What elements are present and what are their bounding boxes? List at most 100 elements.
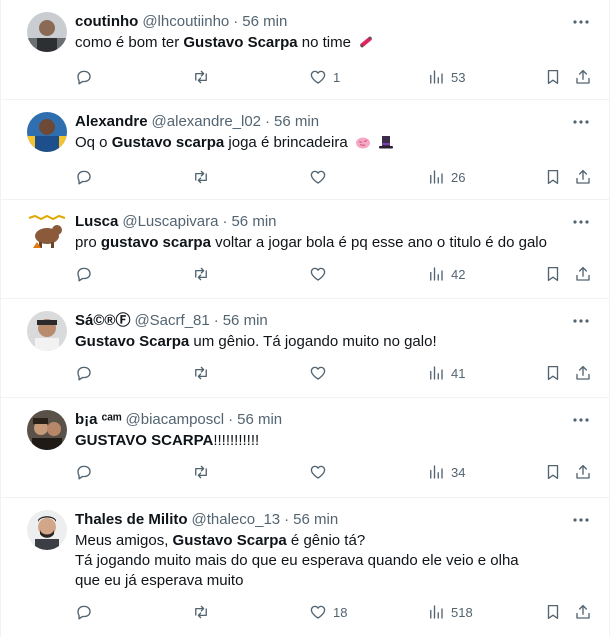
- more-icon[interactable]: [571, 112, 591, 132]
- retweet-button[interactable]: [192, 461, 210, 483]
- reply-icon: [77, 465, 91, 480]
- more-icon[interactable]: [571, 12, 591, 32]
- heart-icon: [310, 605, 326, 619]
- share-icon: [576, 604, 590, 619]
- tweet-text: Meus amigos, Gustavo Scarpa é gênio tá? …: [75, 531, 593, 591]
- reply-button[interactable]: [75, 461, 93, 483]
- tweet-text: como é bom ter Gustavo Scarpa no time: [75, 33, 593, 56]
- reply-button[interactable]: [75, 263, 93, 285]
- separator-dot: ·: [213, 312, 219, 329]
- share-button[interactable]: [574, 601, 592, 623]
- tweet-actions: 42: [75, 257, 593, 295]
- reply-button[interactable]: [75, 362, 93, 384]
- views-button[interactable]: 41: [427, 362, 465, 384]
- avatar[interactable]: [27, 410, 67, 450]
- avatar[interactable]: [27, 112, 67, 152]
- like-button[interactable]: [309, 166, 327, 188]
- like-button[interactable]: 1: [309, 66, 340, 88]
- views-button[interactable]: 34: [427, 461, 465, 483]
- retweet-icon: [195, 465, 207, 479]
- bookmark-button[interactable]: [544, 66, 562, 88]
- user-handle[interactable]: @lhcoutiinho: [142, 12, 229, 32]
- retweet-button[interactable]: [192, 362, 210, 384]
- share-button[interactable]: [574, 362, 592, 384]
- retweet-button[interactable]: [192, 66, 210, 88]
- heart-icon: [310, 267, 326, 281]
- bookmark-button[interactable]: [544, 362, 562, 384]
- more-icon[interactable]: [571, 212, 591, 232]
- views-button[interactable]: 42: [427, 263, 465, 285]
- tweet-actions: 26: [75, 160, 593, 198]
- bookmark-button[interactable]: [544, 601, 562, 623]
- skateboard-icon: [358, 34, 374, 56]
- user-handle[interactable]: @biacamposcl: [126, 410, 225, 430]
- user-handle[interactable]: @Luscapivara: [122, 212, 218, 232]
- tweet-actions: 34: [75, 455, 593, 493]
- view-count: 26: [451, 169, 466, 185]
- timestamp[interactable]: 56 min: [223, 311, 268, 331]
- tweet[interactable]: coutinho @lhcoutiinho · 56 min como é bo…: [1, 0, 609, 100]
- timestamp[interactable]: 56 min: [237, 410, 282, 430]
- timestamp[interactable]: 56 min: [231, 212, 276, 232]
- bookmark-icon: [547, 169, 559, 185]
- display-name[interactable]: Lusca: [75, 212, 118, 232]
- more-icon[interactable]: [571, 410, 591, 430]
- avatar[interactable]: [27, 510, 67, 550]
- tweet-text-line: Meus amigos, Gustavo Scarpa é gênio tá?: [75, 531, 573, 551]
- timestamp[interactable]: 56 min: [293, 510, 338, 530]
- tweet-header: Lusca @Luscapivara · 56 min: [75, 212, 593, 232]
- like-button[interactable]: [309, 461, 327, 483]
- tweet[interactable]: Sá©®Ⓕ @Sacrf_81 · 56 min Gustavo Scarpa …: [1, 299, 609, 398]
- retweet-button[interactable]: [192, 601, 210, 623]
- user-handle[interactable]: @Sacrf_81: [134, 311, 209, 331]
- like-button[interactable]: [309, 362, 327, 384]
- tweet[interactable]: b¡a ᶜᵃᵐ @biacamposcl · 56 min GUSTAVO SC…: [1, 398, 609, 498]
- share-button[interactable]: [574, 66, 592, 88]
- tweet-text-line: Tá jogando muito mais do que eu esperava…: [75, 552, 519, 589]
- tweet-header: Sá©®Ⓕ @Sacrf_81 · 56 min: [75, 311, 593, 331]
- display-name[interactable]: Thales de Milito: [75, 510, 188, 530]
- views-button[interactable]: 26: [427, 166, 465, 188]
- tweet-text-highlight: Gustavo Scarpa: [183, 34, 298, 51]
- reply-button[interactable]: [75, 166, 93, 188]
- avatar[interactable]: [27, 311, 67, 351]
- display-name[interactable]: Sá©®Ⓕ: [75, 311, 130, 331]
- timestamp[interactable]: 56 min: [274, 112, 319, 132]
- share-button[interactable]: [574, 461, 592, 483]
- more-icon[interactable]: [571, 311, 591, 331]
- retweet-icon: [195, 267, 207, 281]
- bookmark-icon: [547, 266, 559, 282]
- bookmark-button[interactable]: [544, 461, 562, 483]
- share-button[interactable]: [574, 263, 592, 285]
- bookmark-icon: [547, 69, 559, 85]
- display-name[interactable]: coutinho: [75, 12, 138, 32]
- share-icon: [576, 365, 590, 380]
- tweet-text: Gustavo Scarpa um gênio. Tá jogando muit…: [75, 332, 593, 352]
- like-button[interactable]: [309, 263, 327, 285]
- retweet-button[interactable]: [192, 263, 210, 285]
- views-button[interactable]: 518: [427, 601, 473, 623]
- display-name[interactable]: b¡a ᶜᵃᵐ: [75, 410, 122, 430]
- avatar[interactable]: [27, 212, 67, 252]
- tweet-header: b¡a ᶜᵃᵐ @biacamposcl · 56 min: [75, 410, 593, 430]
- tweet[interactable]: Alexandre @alexandre_l02 · 56 min Oq o G…: [1, 100, 609, 200]
- share-button[interactable]: [574, 166, 592, 188]
- views-button[interactable]: 53: [427, 66, 465, 88]
- separator-dot: ·: [222, 213, 228, 230]
- user-handle[interactable]: @thaleco_13: [192, 510, 281, 530]
- reply-button[interactable]: [75, 601, 93, 623]
- tweet[interactable]: Thales de Milito @thaleco_13 · 56 min Me…: [1, 498, 609, 637]
- retweet-icon: [195, 170, 207, 184]
- avatar[interactable]: [27, 12, 67, 52]
- reply-button[interactable]: [75, 66, 93, 88]
- retweet-button[interactable]: [192, 166, 210, 188]
- bookmark-button[interactable]: [544, 166, 562, 188]
- like-button[interactable]: 18: [309, 601, 347, 623]
- tweet[interactable]: Lusca @Luscapivara · 56 min pro gustavo …: [1, 200, 609, 299]
- heart-icon: [310, 366, 326, 380]
- more-icon[interactable]: [571, 510, 591, 530]
- display-name[interactable]: Alexandre: [75, 112, 148, 132]
- user-handle[interactable]: @alexandre_l02: [152, 112, 261, 132]
- timestamp[interactable]: 56 min: [242, 12, 287, 32]
- bookmark-button[interactable]: [544, 263, 562, 285]
